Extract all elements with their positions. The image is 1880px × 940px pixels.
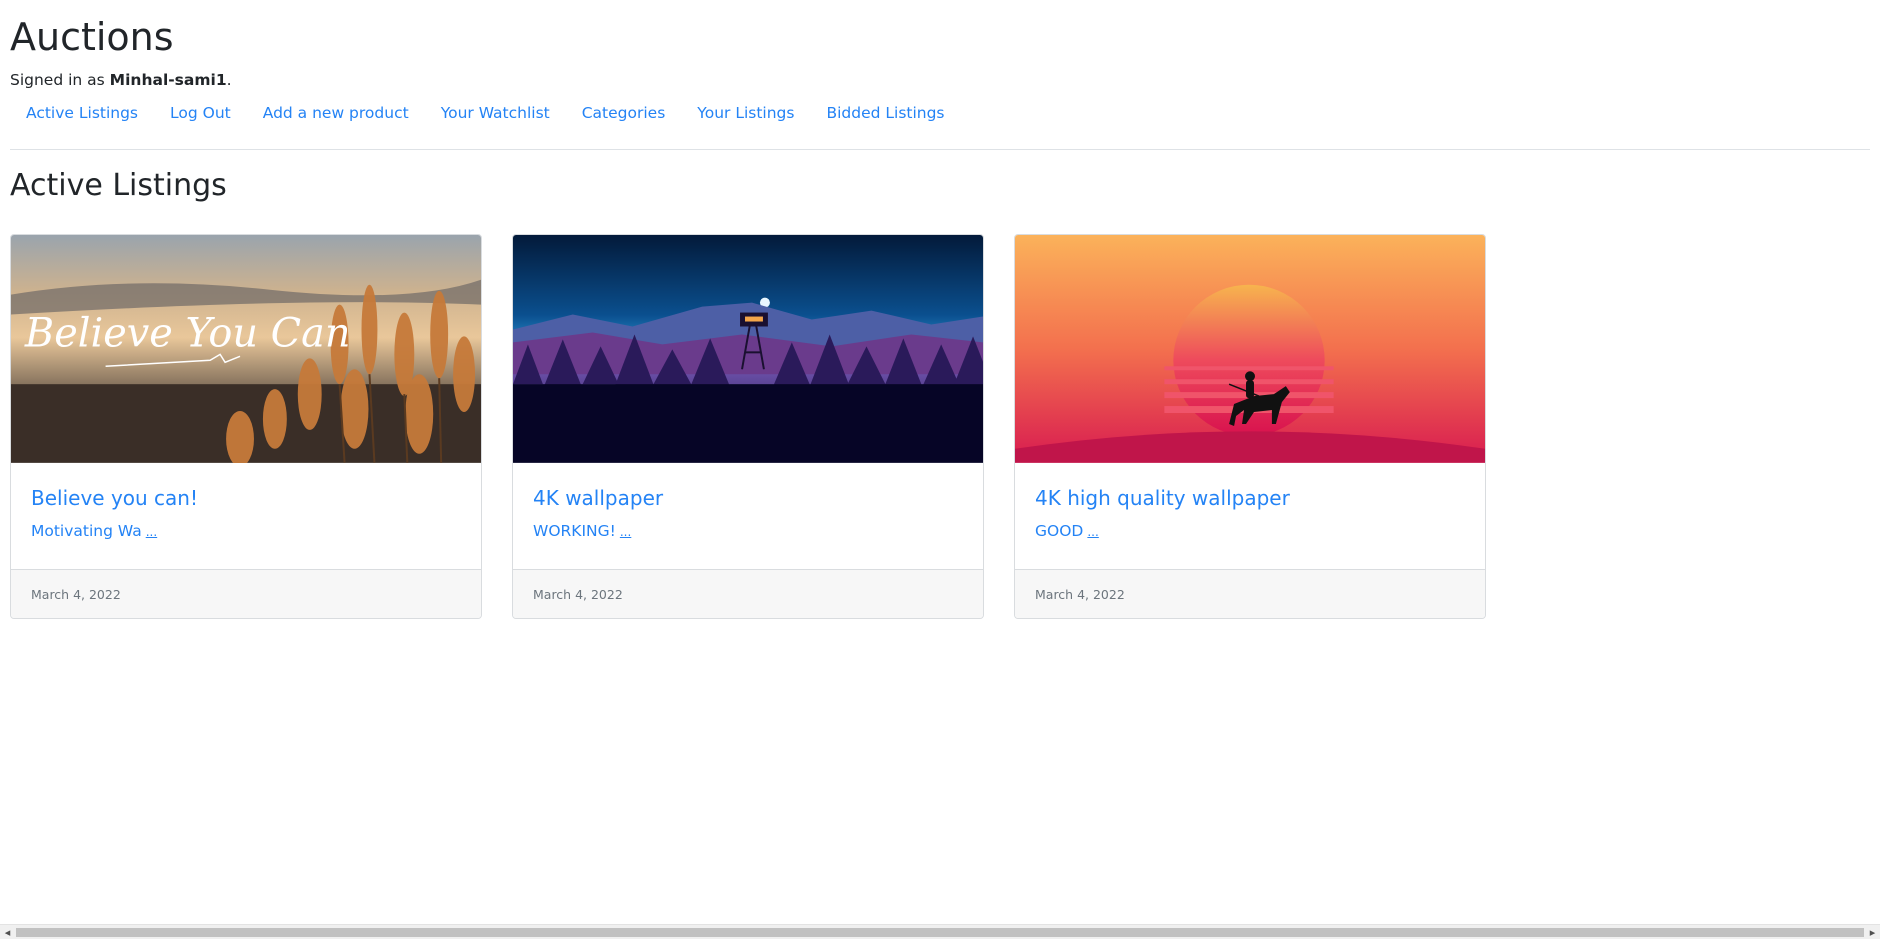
nav-active-listings[interactable]: Active Listings [10, 102, 154, 124]
listing-description[interactable]: GOOD... [1035, 521, 1465, 542]
listing-card: Believe You Can Believe you can! Motivat… [10, 234, 482, 619]
divider [10, 149, 1870, 150]
image-caption: Believe You Can [24, 310, 351, 356]
listing-image[interactable] [1015, 235, 1485, 463]
forest-image [513, 235, 983, 463]
signed-in-suffix: . [226, 71, 232, 89]
sunset-rider-image [1015, 235, 1485, 463]
scrollbar-thumb[interactable] [16, 928, 1864, 937]
nav-your-listings[interactable]: Your Listings [681, 102, 810, 124]
horizontal-scrollbar[interactable]: ◂ ▸ [0, 924, 1880, 939]
signed-in-prefix: Signed in as [10, 71, 110, 89]
card-body: Believe you can! Motivating Wa... [11, 463, 481, 570]
read-more-link[interactable]: ... [1087, 525, 1098, 539]
description-text: WORKING! [533, 521, 616, 540]
read-more-link[interactable]: ... [146, 525, 157, 539]
card-footer: March 4, 2022 [1015, 569, 1485, 618]
nav-categories[interactable]: Categories [566, 102, 682, 124]
listing-date: March 4, 2022 [1035, 586, 1125, 602]
listing-title[interactable]: 4K wallpaper [533, 485, 963, 511]
nav-add-product[interactable]: Add a new product [247, 102, 425, 124]
listing-description[interactable]: Motivating Wa... [31, 521, 461, 542]
card-body: 4K high quality wallpaper GOOD... [1015, 463, 1485, 570]
listing-image[interactable]: Believe You Can [11, 235, 481, 463]
listing-image[interactable] [513, 235, 983, 463]
listing-date: March 4, 2022 [533, 586, 623, 602]
scroll-left-icon[interactable]: ◂ [0, 925, 15, 940]
page: Auctions Signed in as Minhal-sami1. Acti… [0, 0, 1880, 619]
card-footer: March 4, 2022 [11, 569, 481, 618]
believe-image: Believe You Can [11, 235, 481, 463]
listing-description[interactable]: WORKING!... [533, 521, 963, 542]
signed-in-status: Signed in as Minhal-sami1. [10, 70, 1870, 90]
nav-watchlist[interactable]: Your Watchlist [425, 102, 566, 124]
nav-bidded-listings[interactable]: Bidded Listings [810, 102, 960, 124]
listing-title[interactable]: Believe you can! [31, 485, 461, 511]
listing-card: 4K wallpaper WORKING!... March 4, 2022 [512, 234, 984, 619]
listing-card: 4K high quality wallpaper GOOD... March … [1014, 234, 1486, 619]
scroll-right-icon[interactable]: ▸ [1865, 925, 1880, 940]
read-more-link[interactable]: ... [620, 525, 631, 539]
nav-log-out[interactable]: Log Out [154, 102, 247, 124]
listings-grid: Believe You Can Believe you can! Motivat… [10, 234, 1870, 619]
description-text: Motivating Wa [31, 521, 142, 540]
main-nav: Active Listings Log Out Add a new produc… [10, 102, 1870, 124]
username: Minhal-sami1 [109, 71, 227, 89]
listing-title[interactable]: 4K high quality wallpaper [1035, 485, 1465, 511]
card-body: 4K wallpaper WORKING!... [513, 463, 983, 570]
card-footer: March 4, 2022 [513, 569, 983, 618]
site-title: Auctions [10, 15, 174, 59]
listing-date: March 4, 2022 [31, 586, 121, 602]
description-text: GOOD [1035, 521, 1084, 540]
page-heading: Active Listings [10, 168, 227, 203]
